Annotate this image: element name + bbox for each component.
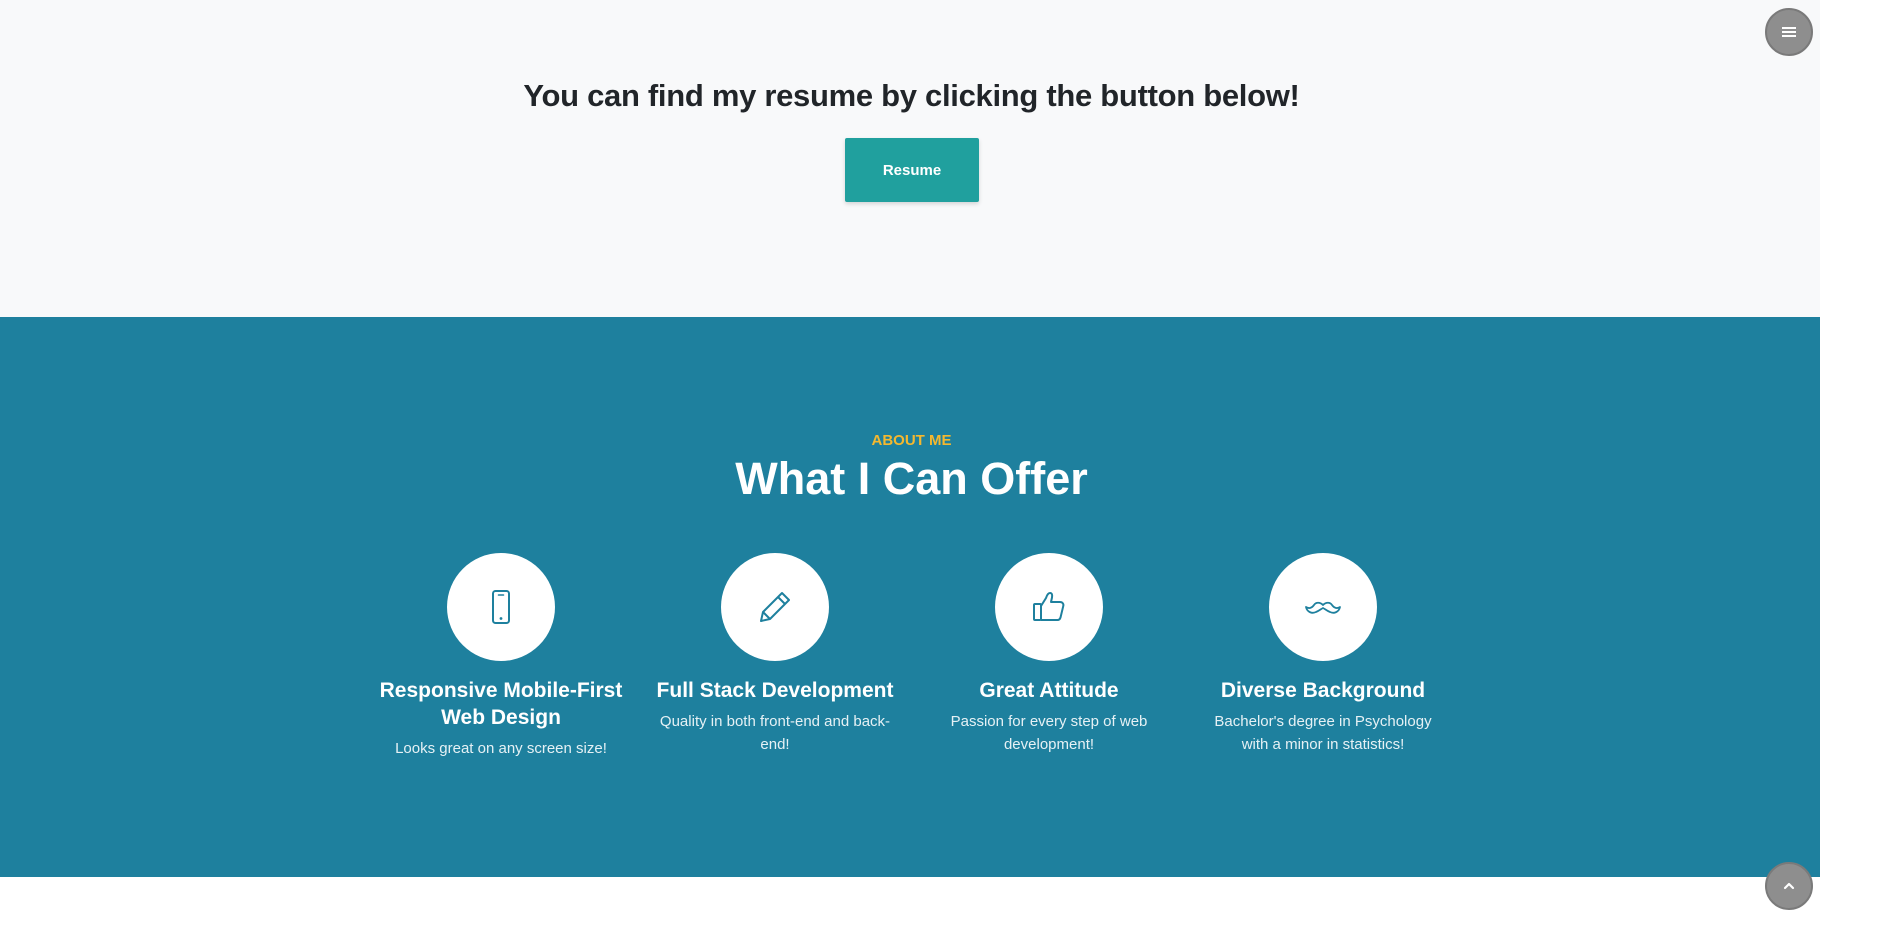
feature-item: Diverse Background Bachelor's degree in … <box>1198 553 1448 756</box>
feature-description: Bachelor's degree in Psychology with a m… <box>1214 713 1432 753</box>
section-title: What I Can Offer <box>735 453 1088 504</box>
mustache-icon <box>1305 601 1341 614</box>
about-section: ABOUT ME What I Can Offer Responsive Mob… <box>0 317 1820 877</box>
resume-heading: You can find my resume by clicking the b… <box>523 78 1300 113</box>
mobile-phone-icon <box>492 590 510 624</box>
menu-toggle-button[interactable] <box>1765 8 1813 56</box>
resume-section: You can find my resume by clicking the b… <box>0 0 1820 317</box>
feature-title: Responsive Mobile-First Web Design <box>379 679 623 729</box>
feature-item: Responsive Mobile-First Web Design Looks… <box>376 553 626 760</box>
scroll-to-top-button[interactable] <box>1765 862 1813 910</box>
feature-icon-circle <box>995 553 1103 661</box>
chevron-up-icon <box>1783 882 1795 890</box>
page: You can find my resume by clicking the b… <box>0 0 1820 943</box>
feature-title: Full Stack Development <box>656 679 894 702</box>
feature-title: Diverse Background <box>1220 679 1426 702</box>
hamburger-menu-icon <box>1782 27 1796 37</box>
feature-icon-circle <box>447 553 555 661</box>
feature-description: Passion for every step of web developmen… <box>950 713 1148 753</box>
feature-title: Great Attitude <box>979 679 1119 702</box>
feature-icon-circle <box>1269 553 1377 661</box>
feature-description: Quality in both front-end and back-end! <box>659 713 891 753</box>
feature-item: Great Attitude Passion for every step of… <box>924 553 1174 756</box>
feature-description: Looks great on any screen size! <box>395 740 607 757</box>
feature-item: Full Stack Development Quality in both f… <box>650 553 900 756</box>
section-eyebrow: ABOUT ME <box>871 432 952 449</box>
pencil-icon <box>760 592 790 622</box>
feature-icon-circle <box>721 553 829 661</box>
resume-button[interactable]: Resume <box>845 138 979 202</box>
thumbs-up-icon <box>1033 592 1065 621</box>
